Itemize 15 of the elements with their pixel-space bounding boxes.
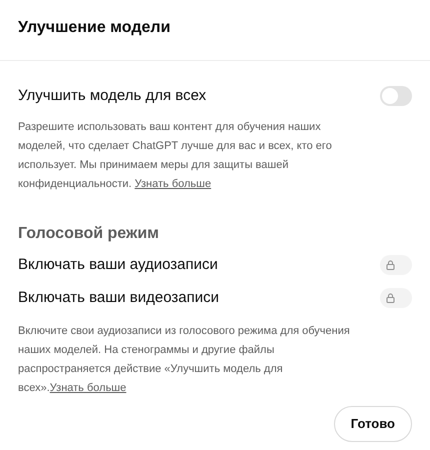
setting-label: Включать ваши аудиозаписи: [18, 254, 218, 274]
lock-icon: [386, 260, 394, 270]
section-heading: Голосовой режим: [18, 224, 160, 244]
description-text: Разрешите использовать ваш контент для обучения наших моделей, что сделает ChatGPT лучше для вас и всех, кто его использует. Мы принимаем меры для защиты вашей конфиденциальности. Узнать больше: [18, 120, 333, 192]
learn-more-link[interactable]: Узнать больше: [134, 178, 212, 190]
done-button[interactable]: Готово: [334, 406, 412, 442]
learn-more-link[interactable]: Узнать больше: [50, 382, 126, 394]
lock-icon: [386, 293, 394, 304]
dialog-title: Улучшение модели: [18, 18, 172, 38]
locked-toggle[interactable]: [380, 288, 412, 308]
description-text: Включите свои аудиозаписи из голосового режима для обучения наших моделей. На стенограммы и другие файлы распространяется действие «Улучшить модель для всех».Узнать больше: [18, 324, 351, 396]
toggle-switch[interactable]: [380, 86, 412, 106]
setting-label: Улучшить модель для всех: [18, 86, 206, 106]
locked-toggle[interactable]: [380, 254, 412, 275]
setting-label: Включать ваши видеозаписи: [18, 288, 220, 308]
